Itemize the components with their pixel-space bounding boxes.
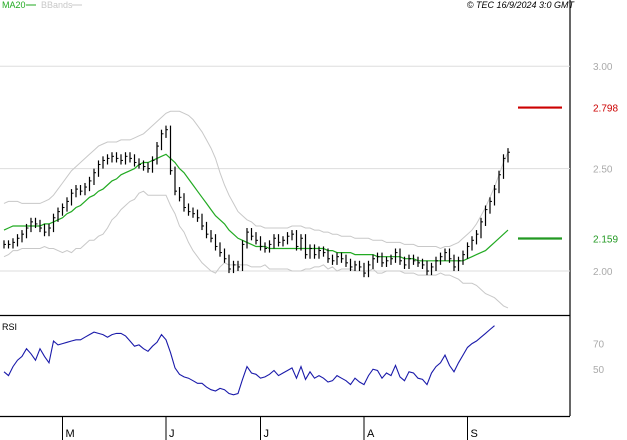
price-bars — [3, 125, 510, 278]
month-tick-label: A — [367, 428, 375, 440]
chart-root: 2.798 2.159 2.00 2.50 3.00 50 70 M J J A S MA20 BB… — [0, 0, 627, 440]
price-tick-label: 2.00 — [593, 267, 613, 278]
bband-lower — [3, 190, 509, 309]
price-tick-label: 2.50 — [593, 165, 613, 176]
bollinger-bands — [3, 110, 509, 309]
rsi-tick-label: 50 — [593, 365, 605, 376]
ma20-path — [3, 153, 509, 262]
chart-svg: 2.798 2.159 2.00 2.50 3.00 50 70 M J J A S MA20 BB… — [0, 0, 618, 440]
rsi-tick-label: 70 — [593, 340, 605, 351]
bband-upper — [3, 110, 509, 250]
month-tick-label: J — [264, 428, 270, 440]
rsi-line — [3, 325, 495, 396]
ma20-line — [3, 153, 509, 262]
resistance-level-label: 2.798 — [593, 104, 618, 115]
legend-bbands: BBands — [41, 0, 73, 10]
month-tick-label: S — [471, 428, 478, 440]
copyright-text: © TEC 16/9/2024 3:0 GMT — [467, 0, 576, 10]
price-tick-label: 3.00 — [593, 62, 613, 73]
rsi-path — [3, 325, 495, 396]
legend-ma20: MA20 — [2, 0, 26, 10]
axis-labels: 2.00 2.50 3.00 50 70 M J J A S — [62, 62, 613, 440]
rsi-title: RSI — [2, 322, 17, 332]
month-tick-label: J — [169, 428, 175, 440]
month-tick-label: M — [66, 428, 75, 440]
support-level-label: 2.159 — [593, 234, 618, 245]
